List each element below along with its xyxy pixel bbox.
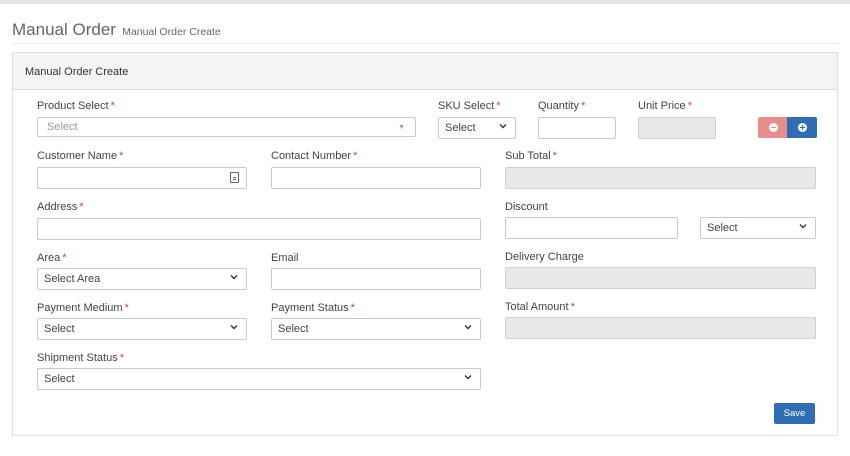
contact-number-label: Contact Number * — [271, 150, 358, 162]
payment-medium-select[interactable]: Select — [37, 318, 247, 340]
chevron-down-icon — [464, 375, 472, 380]
delivery-charge-input — [505, 267, 816, 289]
card-title: Manual Order Create — [25, 66, 129, 78]
chevron-down-icon — [230, 275, 238, 280]
caret-down-icon: ▼ — [398, 124, 405, 131]
quantity-label: Quantity * — [538, 100, 586, 112]
total-amount-input — [505, 317, 816, 339]
page-header: Manual Order Manual Order Create — [12, 20, 838, 44]
email-input[interactable] — [271, 268, 481, 290]
sku-select[interactable]: Select — [438, 117, 516, 139]
shipment-status-select[interactable]: Select — [37, 368, 481, 390]
chevron-down-icon — [464, 325, 472, 330]
discount-type-select[interactable]: Select — [700, 217, 816, 239]
save-button[interactable]: Save — [774, 403, 815, 424]
payment-status-label: Payment Status * — [271, 302, 355, 314]
page-title: Manual Order — [12, 20, 116, 39]
email-label: Email — [271, 252, 299, 264]
product-select[interactable]: Select ▼ — [37, 117, 416, 137]
discount-label: Discount — [505, 201, 548, 213]
payment-status-select[interactable]: Select — [271, 318, 481, 340]
chevron-down-icon — [230, 325, 238, 330]
address-label: Address * — [37, 201, 84, 213]
quantity-input[interactable] — [538, 117, 616, 139]
customer-name-input[interactable] — [37, 167, 247, 189]
sub-total-input — [505, 167, 816, 189]
customer-name-label: Customer Name * — [37, 150, 124, 162]
minus-circle-icon — [769, 123, 778, 132]
area-label: Area * — [37, 252, 67, 264]
delivery-charge-label: Delivery Charge — [505, 251, 584, 263]
remove-item-button[interactable] — [758, 117, 788, 138]
card-header: Manual Order Create — [13, 53, 837, 90]
chevron-down-icon — [499, 124, 507, 129]
discount-input[interactable] — [505, 217, 678, 239]
area-select[interactable]: Select Area — [37, 268, 247, 290]
unit-price-label: Unit Price * — [638, 100, 692, 112]
contact-card-icon[interactable] — [230, 172, 239, 183]
address-input[interactable] — [37, 218, 481, 240]
plus-circle-icon — [798, 123, 807, 132]
page-subtitle: Manual Order Create — [122, 26, 221, 38]
payment-medium-label: Payment Medium * — [37, 302, 129, 314]
product-select-label: Product Select * — [37, 100, 115, 112]
add-item-button[interactable] — [787, 117, 817, 138]
unit-price-input — [638, 117, 716, 139]
chevron-down-icon — [799, 224, 807, 229]
sku-select-label: SKU Select * — [438, 100, 501, 112]
top-strip — [0, 0, 850, 4]
total-amount-label: Total Amount * — [505, 301, 575, 313]
contact-number-input[interactable] — [271, 167, 481, 189]
shipment-status-label: Shipment Status * — [37, 352, 124, 364]
sub-total-label: Sub Total * — [505, 150, 557, 162]
